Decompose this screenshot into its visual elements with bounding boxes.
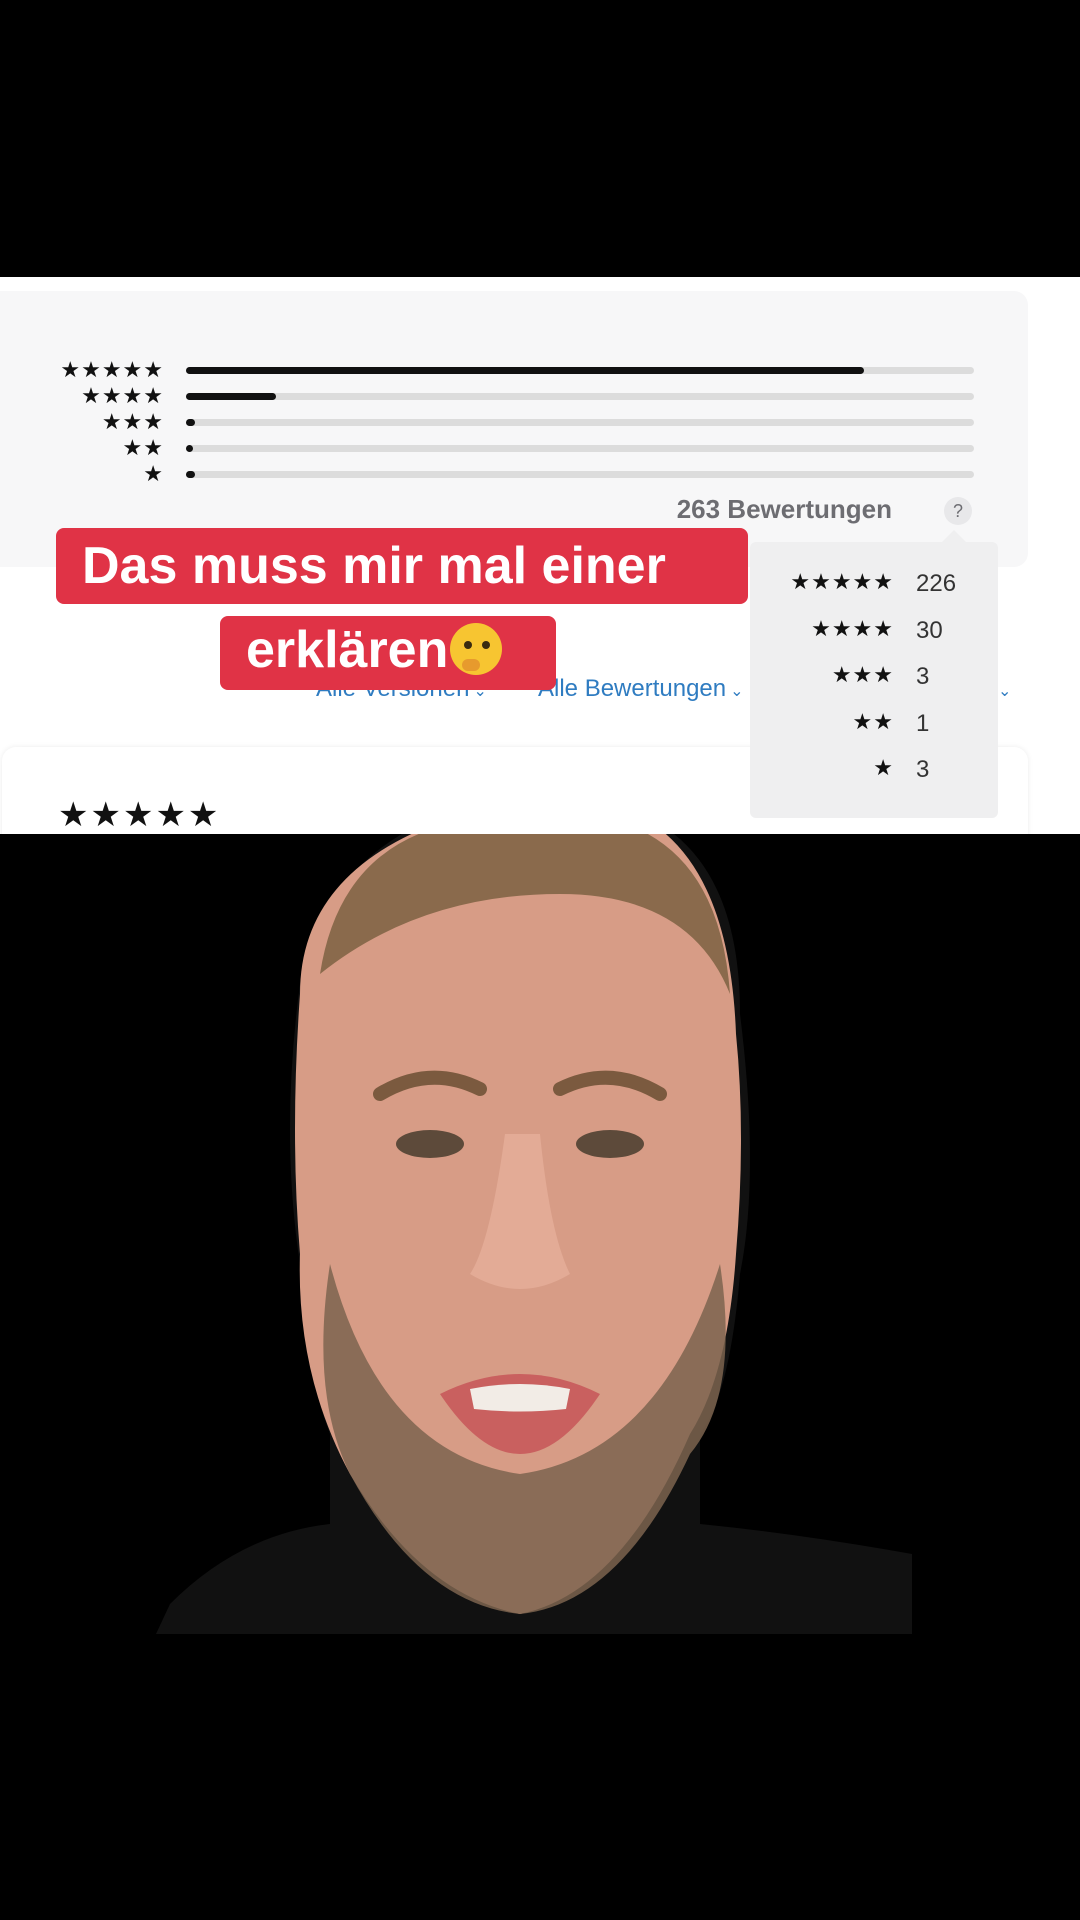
popover-row: ★ 3 [750,754,998,794]
rating-row-stars: ★ [143,462,164,487]
speaker-silhouette [156,834,912,1634]
popover-row: ★★★ 3 [750,661,998,701]
popover-row: ★★ 1 [750,708,998,748]
popover-row-count: 30 [916,617,943,644]
rating-row-2: ★★ [0,436,980,461]
filter-ratings-dropdown[interactable]: Alle Bewertungen ⌄ [538,675,744,703]
rating-bar-fill [186,367,864,374]
popover-row-stars: ★ [873,756,894,781]
rating-row-stars: ★★ [122,436,164,461]
rating-row-4: ★★★★ [0,384,980,409]
rating-bar-fill [186,471,195,478]
rating-bar-track [186,367,974,374]
rating-row-stars: ★★★★★ [60,358,164,383]
speaker-video [0,834,1080,1634]
rating-bar-track [186,471,974,478]
chevron-down-icon: ⌄ [730,681,744,700]
popover-row: ★★★★★ 226 [750,568,998,608]
popover-row-stars: ★★★★★ [790,570,894,595]
review-stars: ★★★★★ [58,795,221,834]
help-icon[interactable]: ? [944,497,972,525]
popover-row-count: 3 [916,663,930,690]
rating-bar-fill [186,419,195,426]
popover-row-count: 226 [916,570,957,597]
rating-bar-fill [186,445,193,452]
rating-bar-track [186,393,974,400]
rating-row-stars: ★★★ [101,410,164,435]
rating-breakdown-popover: ★★★★★ 226 ★★★★ 30 ★★★ 3 ★★ 1 ★ 3 [750,530,998,818]
popover-row-stars: ★★★★ [811,617,894,642]
rating-row-5: ★★★★★ [0,358,980,383]
popover-row-count: 3 [916,756,930,783]
caption-line-1: Das muss mir mal einer [56,528,748,604]
caption-line-2-text: erklären [246,621,449,679]
ratings-total-count: 263 Bewertungen [676,494,892,524]
rating-bar-fill [186,393,276,400]
rating-bar-track [186,445,974,452]
ratings-summary-card: ★★★★★ ★★★★ ★★★ ★★ ★ 263 Bewertungen ? [0,291,1028,567]
popover-row-stars: ★★ [852,710,894,735]
popover-row-count: 1 [916,710,930,737]
rating-row-1: ★ [0,462,980,487]
chevron-down-icon: ⌄ [998,681,1012,700]
popover-row: ★★★★ 30 [750,615,998,655]
rating-row-3: ★★★ [0,410,980,435]
thinking-face-emoji-icon [450,623,503,675]
rating-bar-track [186,419,974,426]
rating-row-stars: ★★★★ [81,384,164,409]
filter-ratings-label: Alle Bewertungen [538,675,727,702]
popover-row-stars: ★★★ [831,663,894,688]
caption-line-2: erklären [220,616,556,690]
